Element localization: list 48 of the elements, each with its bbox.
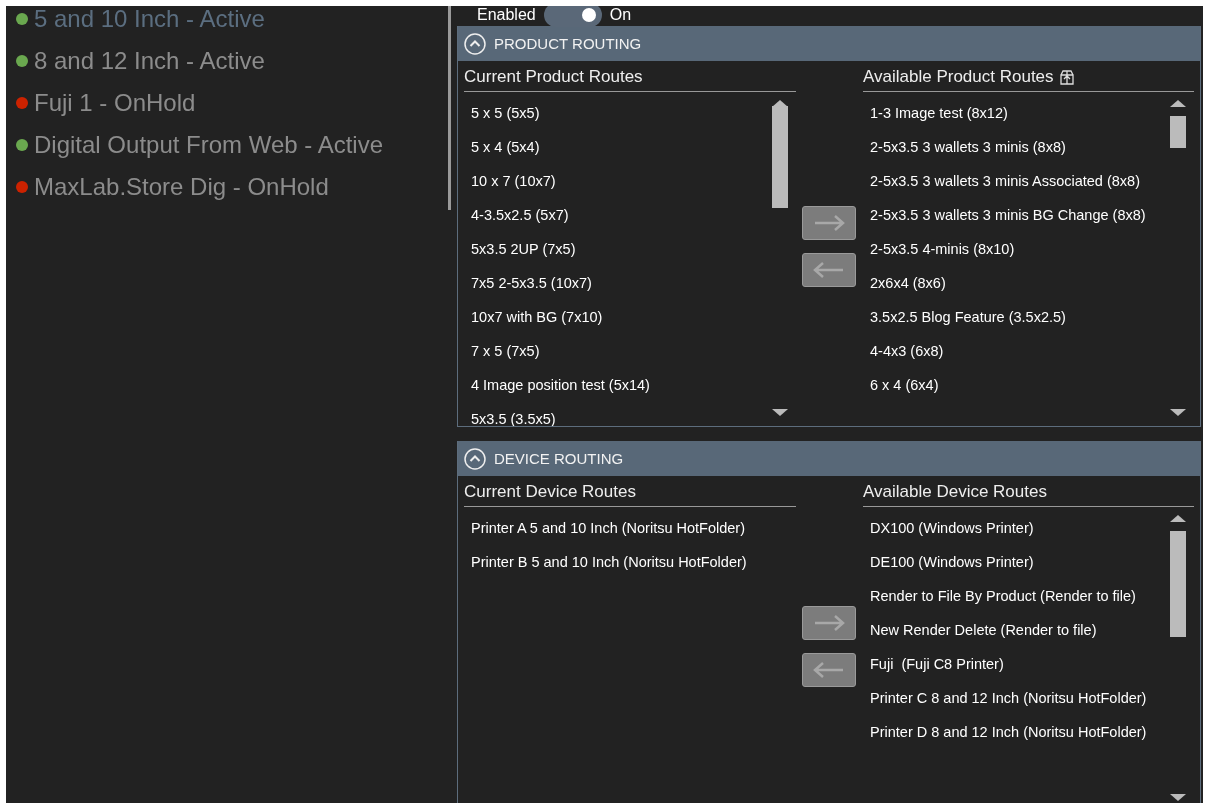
list-heading: Current Product Routes <box>464 67 643 87</box>
toggle-label: Enabled <box>477 6 536 24</box>
route-item[interactable]: 5 x 5 (5x5) <box>464 96 796 130</box>
sidebar-item[interactable]: Digital Output From Web - Active <box>16 124 383 166</box>
route-item[interactable]: Printer B 5 and 10 Inch (Noritsu HotFolder) <box>464 545 796 579</box>
sidebar-item[interactable]: Fuji 1 - OnHold <box>16 82 383 124</box>
box-icon[interactable] <box>1059 69 1074 85</box>
route-item[interactable]: 1-3 Image test (8x12) <box>863 96 1194 130</box>
route-item[interactable]: 7x5 2-5x3.5 (10x7) <box>464 266 796 300</box>
sidebar-item[interactable]: 8 and 12 Inch - Active <box>16 40 383 82</box>
route-item[interactable]: 2-5x3.5 3 wallets 3 minis BG Change (8x8) <box>863 198 1194 232</box>
route-item[interactable]: 4 Image position test (5x14) <box>464 368 796 402</box>
list-heading: Current Device Routes <box>464 482 636 502</box>
route-item[interactable]: DE100 (Windows Printer) <box>863 545 1194 579</box>
route-item[interactable]: 2x6x4 (8x6) <box>863 266 1194 300</box>
route-item[interactable]: 2-5x3.5 4-minis (8x10) <box>863 232 1194 266</box>
section-header[interactable]: DEVICE ROUTING <box>458 441 1200 476</box>
route-item[interactable]: New Render Delete (Render to file) <box>863 613 1194 647</box>
route-item[interactable]: DX100 (Windows Printer) <box>863 511 1194 545</box>
route-item[interactable]: Render to File By Product (Render to file) <box>863 579 1194 613</box>
route-item[interactable]: Printer A 5 and 10 Inch (Noritsu HotFolder) <box>464 511 796 545</box>
route-item[interactable]: Printer C 8 and 12 Inch (Noritsu HotFolder) <box>863 681 1194 715</box>
route-item[interactable]: 7 x 5 (7x5) <box>464 334 796 368</box>
toggle-state: On <box>609 6 632 24</box>
route-item[interactable]: 2-5x3.5 3 wallets 3 minis (8x8) <box>863 130 1194 164</box>
route-item[interactable]: Printer D 8 and 12 Inch (Noritsu HotFolder) <box>863 715 1194 749</box>
list-heading: Available Device Routes <box>863 482 1047 502</box>
sidebar-item[interactable]: MaxLab.Store Dig - OnHold <box>16 166 383 208</box>
route-item[interactable]: 10 x 7 (10x7) <box>464 164 796 198</box>
list-heading: Available Product Routes <box>863 67 1054 87</box>
collapse-icon[interactable] <box>464 32 486 55</box>
route-item[interactable]: 5 x 4 (5x4) <box>464 130 796 164</box>
toggle-switch[interactable] <box>543 6 602 27</box>
route-item[interactable]: 4-4x3 (6x8) <box>863 334 1194 368</box>
route-item[interactable]: Fuji (Fuji C8 Printer) <box>863 647 1194 681</box>
route-item[interactable]: 4-3.5x2.5 (5x7) <box>464 198 796 232</box>
route-item[interactable]: 10x7 with BG (7x10) <box>464 300 796 334</box>
collapse-icon[interactable] <box>464 447 486 470</box>
route-item[interactable]: 6 x 4 (6x4) <box>863 368 1194 402</box>
scrollbar[interactable] <box>1170 515 1186 803</box>
section-header[interactable]: PRODUCT ROUTING <box>458 26 1200 61</box>
left-arrow-icon <box>813 261 845 279</box>
left-arrow-icon <box>813 661 845 679</box>
route-item[interactable]: 3.5x2.5 Blog Feature (3.5x2.5) <box>863 300 1194 334</box>
route-item[interactable]: 5x3.5 2UP (7x5) <box>464 232 796 266</box>
right-arrow-icon <box>813 214 845 232</box>
route-item[interactable]: 2-5x3.5 3 wallets 3 minis Associated (8x8) <box>863 164 1194 198</box>
right-arrow-icon <box>813 614 845 632</box>
